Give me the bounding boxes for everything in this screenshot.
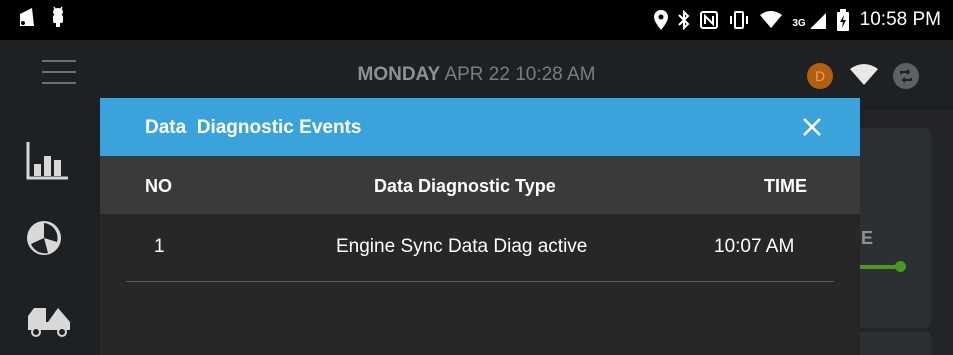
cell-time: 10:07 AM: [714, 236, 795, 257]
bluetooth-icon: [678, 10, 690, 30]
notification-icon: [20, 8, 34, 26]
wifi-icon: [760, 11, 783, 28]
column-header-time: TIME: [764, 176, 807, 196]
android-debug-icon: [53, 6, 63, 27]
dialog-header: Data Diagnostic Events: [100, 98, 860, 156]
diagnostic-events-dialog: Data Diagnostic Events NO Data Diagnosti…: [100, 98, 860, 355]
avatar[interactable]: D: [807, 63, 833, 89]
chart-icon[interactable]: [26, 140, 70, 180]
status-bar: 3G 10:58 PM: [0, 0, 953, 40]
location-icon: [654, 10, 669, 30]
dialog-title: Data Diagnostic Events: [145, 117, 362, 138]
close-icon[interactable]: [800, 115, 824, 139]
network-type-label: 3G: [792, 18, 806, 29]
nfc-icon: [700, 11, 719, 29]
truck-icon[interactable]: [26, 302, 72, 338]
column-header-no: NO: [145, 176, 172, 196]
side-nav: [0, 110, 100, 355]
header-date: APR 22 10:28 AM: [444, 64, 596, 85]
wifi-icon: [850, 64, 878, 85]
status-left: [18, 6, 66, 28]
column-header-type: Data Diagnostic Type: [374, 176, 556, 196]
table-row[interactable]: 1 Engine Sync Data Diag active 10:07 AM: [126, 214, 834, 282]
header-day: MONDAY: [357, 64, 441, 85]
status-time: 10:58 PM: [859, 9, 941, 30]
table-header: NO Data Diagnostic Type TIME: [100, 156, 860, 214]
app-screen: MONDAY APR 22 10:28 AM D E Data Diagnost…: [0, 40, 953, 355]
engine-icon[interactable]: [26, 220, 62, 256]
status-right: 3G 10:58 PM: [654, 0, 941, 40]
progress-knob: [895, 261, 906, 272]
signal-icon: 3G: [792, 11, 826, 29]
background-card-letter: E: [861, 228, 874, 248]
sync-icon[interactable]: [893, 63, 919, 89]
battery-charging-icon: [836, 9, 849, 31]
cell-no: 1: [154, 236, 165, 257]
cell-type: Engine Sync Data Diag active: [336, 236, 588, 257]
vibrate-icon: [730, 11, 749, 29]
